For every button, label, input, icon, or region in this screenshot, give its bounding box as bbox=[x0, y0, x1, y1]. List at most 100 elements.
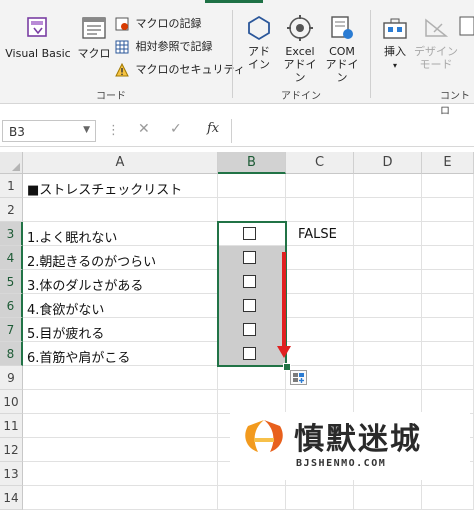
column-header-e[interactable]: E bbox=[422, 152, 474, 174]
visual-basic-button[interactable]: Visual Basic bbox=[4, 14, 72, 60]
grid-cell[interactable] bbox=[354, 246, 422, 270]
row-header-3[interactable]: 3 bbox=[0, 222, 23, 246]
grid-cell[interactable] bbox=[354, 390, 422, 414]
grid-cell[interactable] bbox=[286, 318, 354, 342]
formula-input[interactable] bbox=[231, 119, 474, 143]
grid-cell[interactable] bbox=[23, 366, 218, 390]
grid-cell[interactable] bbox=[286, 246, 354, 270]
grid-cell[interactable] bbox=[286, 294, 354, 318]
grid-cell[interactable] bbox=[354, 366, 422, 390]
watermark-logo bbox=[245, 420, 283, 452]
row-header-4[interactable]: 4 bbox=[0, 246, 23, 270]
grid-cell[interactable] bbox=[354, 318, 422, 342]
row-header-9[interactable]: 9 bbox=[0, 366, 23, 390]
grid-cell[interactable] bbox=[218, 198, 286, 222]
grid-cell[interactable] bbox=[23, 414, 218, 438]
grid-cell[interactable] bbox=[23, 462, 218, 486]
checkbox-b6[interactable] bbox=[243, 299, 256, 312]
cell-a1[interactable]: ■ストレスチェックリスト bbox=[23, 174, 218, 198]
grid-cell[interactable] bbox=[354, 294, 422, 318]
grid-cell[interactable] bbox=[422, 222, 474, 246]
row-header-14[interactable]: 14 bbox=[0, 486, 23, 510]
cell-a3[interactable]: 1.よく眠れない bbox=[23, 222, 218, 246]
name-box[interactable]: B3 ▼ bbox=[2, 120, 96, 142]
cell-c3[interactable]: FALSE bbox=[286, 222, 354, 246]
grid-cell[interactable] bbox=[354, 342, 422, 366]
com-addins-button[interactable]: COM アドイン bbox=[322, 14, 362, 84]
grid-cell[interactable] bbox=[422, 390, 474, 414]
row-header-5[interactable]: 5 bbox=[0, 270, 23, 294]
cell-a8[interactable]: 6.首筋や肩がこる bbox=[23, 342, 218, 366]
column-header-a[interactable]: A bbox=[23, 152, 218, 174]
excel-addins-icon bbox=[287, 15, 313, 41]
grid-cell[interactable] bbox=[23, 390, 218, 414]
grid-cell[interactable] bbox=[286, 198, 354, 222]
grid-cell[interactable] bbox=[354, 270, 422, 294]
row-header-2[interactable]: 2 bbox=[0, 198, 23, 222]
grid-cell[interactable] bbox=[218, 174, 286, 198]
cell-a7[interactable]: 5.目が疲れる bbox=[23, 318, 218, 342]
grid-cell[interactable] bbox=[422, 174, 474, 198]
grid-cell[interactable] bbox=[23, 198, 218, 222]
enter-icon[interactable]: ✓ bbox=[170, 121, 182, 137]
checkbox-b5[interactable] bbox=[243, 275, 256, 288]
relative-reference-icon bbox=[115, 40, 129, 54]
formula-bar-grip-icon[interactable]: ⋮ bbox=[107, 123, 120, 138]
grid-cell[interactable] bbox=[218, 486, 286, 510]
grid-cell[interactable] bbox=[422, 270, 474, 294]
column-header-b[interactable]: B bbox=[218, 152, 286, 174]
grid-cell[interactable] bbox=[422, 342, 474, 366]
checkbox-b7[interactable] bbox=[243, 323, 256, 336]
grid-cell[interactable] bbox=[354, 174, 422, 198]
grid-cell[interactable] bbox=[218, 366, 286, 390]
row-header-12[interactable]: 12 bbox=[0, 438, 23, 462]
grid-cell[interactable] bbox=[286, 390, 354, 414]
grid-cell[interactable] bbox=[218, 390, 286, 414]
cell-a6[interactable]: 4.食欲がない bbox=[23, 294, 218, 318]
ribbon-group-separator bbox=[370, 10, 371, 98]
row-header-1[interactable]: 1 bbox=[0, 174, 23, 198]
cell-a4[interactable]: 2.朝起きるのがつらい bbox=[23, 246, 218, 270]
addins-button[interactable]: アド イン bbox=[240, 14, 278, 71]
row-header-8[interactable]: 8 bbox=[0, 342, 23, 366]
excel-addins-button[interactable]: Excel アドイン bbox=[280, 14, 320, 84]
cell-a5[interactable]: 3.体のダルさがある bbox=[23, 270, 218, 294]
grid-cell[interactable] bbox=[422, 318, 474, 342]
grid-cell[interactable] bbox=[422, 486, 474, 510]
grid-cell[interactable] bbox=[354, 198, 422, 222]
grid-cell[interactable] bbox=[354, 222, 422, 246]
drag-arrow-shaft bbox=[282, 252, 286, 348]
grid-cell[interactable] bbox=[286, 174, 354, 198]
grid-cell[interactable] bbox=[354, 486, 422, 510]
row-header-11[interactable]: 11 bbox=[0, 414, 23, 438]
grid-cell[interactable] bbox=[422, 366, 474, 390]
grid-cell[interactable] bbox=[23, 438, 218, 462]
macro-security-button[interactable]: マクロのセキュリティ bbox=[115, 63, 245, 77]
record-macro-button[interactable]: マクロの記録 bbox=[115, 17, 202, 31]
grid-cell[interactable] bbox=[286, 342, 354, 366]
checkbox-b4[interactable] bbox=[243, 251, 256, 264]
grid-cell[interactable] bbox=[23, 486, 218, 510]
select-all-button[interactable] bbox=[0, 152, 23, 174]
relative-reference-button[interactable]: 相対参照で記録 bbox=[115, 40, 213, 54]
column-header-c[interactable]: C bbox=[286, 152, 354, 174]
cancel-icon[interactable]: ✕ bbox=[138, 121, 150, 137]
row-header-7[interactable]: 7 bbox=[0, 318, 23, 342]
grid-cell[interactable] bbox=[422, 294, 474, 318]
grid-cell[interactable] bbox=[286, 486, 354, 510]
properties-button[interactable] bbox=[458, 14, 474, 45]
macros-button[interactable]: マクロ bbox=[76, 14, 112, 60]
row-header-13[interactable]: 13 bbox=[0, 462, 23, 486]
row-header-10[interactable]: 10 bbox=[0, 390, 23, 414]
grid-cell[interactable] bbox=[422, 198, 474, 222]
checkbox-b3[interactable] bbox=[243, 227, 256, 240]
grid-cell[interactable] bbox=[422, 246, 474, 270]
grid-cell[interactable] bbox=[286, 270, 354, 294]
column-header-d[interactable]: D bbox=[354, 152, 422, 174]
insert-control-button[interactable]: 挿入 ▾ bbox=[376, 14, 414, 72]
quick-analysis-button[interactable] bbox=[290, 370, 307, 385]
chevron-down-icon[interactable]: ▼ bbox=[83, 125, 90, 135]
row-header-6[interactable]: 6 bbox=[0, 294, 23, 318]
insert-function-button[interactable]: fx bbox=[207, 121, 219, 136]
checkbox-b8[interactable] bbox=[243, 347, 256, 360]
